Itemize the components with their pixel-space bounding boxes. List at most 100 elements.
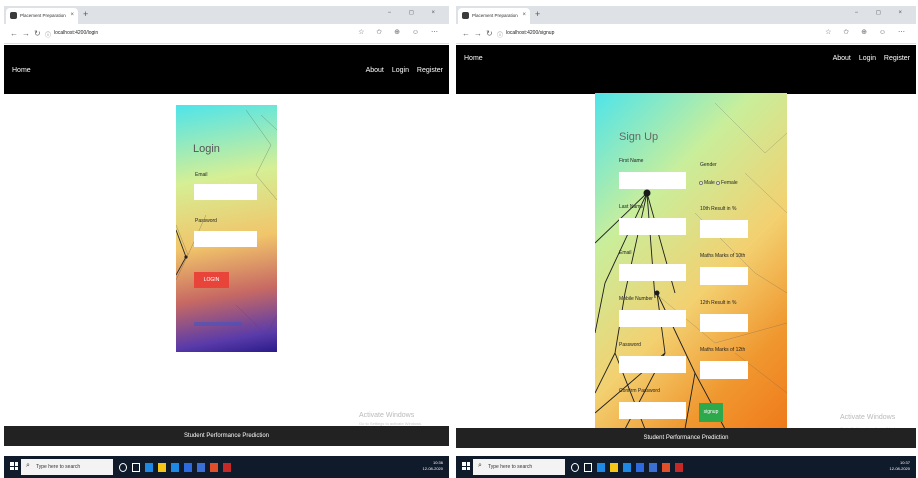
gender-male-radio[interactable]: Male (699, 180, 715, 186)
radio-icon (716, 180, 720, 185)
search-icon: ⌕ (26, 462, 30, 469)
refresh-icon[interactable]: ↻ (486, 29, 493, 38)
browser-tab[interactable]: Placement Preparation × (458, 8, 530, 24)
login-title: Login (193, 143, 220, 155)
windows-taskbar: ⌕ Type here to search 10:37 12-08-2020 (456, 456, 916, 478)
address-bar[interactable]: ← → ↻ ⓘ localhost:4200/login ☆ ✩ ⊕ ☺ ⋯ (4, 24, 449, 44)
login-button[interactable]: LOGIN (194, 272, 229, 288)
password-input[interactable] (619, 356, 686, 373)
nav-register-link[interactable]: Register (884, 55, 910, 62)
windows-start-icon[interactable] (10, 462, 18, 470)
app-icon[interactable] (223, 462, 231, 472)
edge-icon[interactable] (145, 462, 153, 472)
nav-about-link[interactable]: About (833, 55, 851, 62)
nav-register-link[interactable]: Register (417, 67, 443, 74)
cortana-icon[interactable] (571, 462, 579, 472)
mobile-number-label: Mobile Number (619, 296, 653, 302)
windows-taskbar: ⌕ Type here to search 10:36 12-08-2020 (4, 456, 449, 478)
office-icon[interactable] (662, 462, 670, 472)
back-icon[interactable]: ← (462, 29, 470, 38)
search-placeholder: Type here to search (36, 464, 81, 470)
signup-card: Sign Up First Name Last Name Email Mobil… (595, 93, 787, 429)
mail-icon[interactable] (184, 462, 192, 472)
twelfth-result-label: 12th Result in % (700, 300, 737, 306)
signup-link[interactable] (194, 322, 242, 326)
mail-icon[interactable] (636, 462, 644, 472)
activate-windows-title: Activate Windows (359, 412, 415, 419)
url-text[interactable]: localhost:4200/login (54, 30, 98, 36)
close-tab-icon[interactable]: × (70, 12, 74, 18)
maths-twelfth-input[interactable] (700, 361, 748, 379)
nav-home-link[interactable]: Home (464, 55, 483, 62)
maths-tenth-label: Maths Marks of 10th (700, 253, 746, 259)
male-label: Male (704, 180, 715, 186)
app-navbar: Home About Login Register (4, 45, 449, 94)
first-name-input[interactable] (619, 172, 686, 189)
shield-icon (462, 12, 469, 19)
email-label: Email (195, 172, 208, 178)
browser-tab[interactable]: Placement Preparation × (6, 8, 78, 24)
new-tab-button[interactable]: + (535, 8, 540, 20)
email-input[interactable] (619, 264, 686, 281)
confirm-password-input[interactable] (619, 402, 686, 419)
nav-home-link[interactable]: Home (12, 67, 31, 74)
address-bar[interactable]: ← → ↻ ⓘ localhost:4200/signup ☆ ✩ ⊕ ☺ ⋯ (456, 24, 916, 44)
browser-toolbar-icons[interactable]: ☆ ✩ ⊕ ☺ ⋯ (825, 28, 910, 36)
refresh-icon[interactable]: ↻ (34, 29, 41, 38)
close-tab-icon[interactable]: × (522, 12, 526, 18)
nav-about-link[interactable]: About (366, 67, 384, 74)
female-label: Female (721, 180, 738, 186)
password-input[interactable] (194, 231, 257, 247)
vscode-icon[interactable] (649, 462, 657, 472)
office-icon[interactable] (210, 462, 218, 472)
task-view-icon[interactable] (132, 462, 140, 472)
email-input[interactable] (194, 184, 257, 200)
last-name-input[interactable] (619, 218, 686, 235)
new-tab-button[interactable]: + (83, 8, 88, 20)
tray-date: 12-08-2020 (422, 466, 443, 471)
taskbar-search-input[interactable]: ⌕ Type here to search (473, 459, 565, 475)
tenth-result-input[interactable] (700, 220, 748, 238)
edge-icon[interactable] (597, 462, 605, 472)
windows-start-icon[interactable] (462, 462, 470, 470)
maths-tenth-input[interactable] (700, 267, 748, 285)
system-tray-clock[interactable]: 10:37 12-08-2020 (890, 460, 910, 472)
gender-female-radio[interactable]: Female (716, 180, 738, 186)
tenth-result-label: 10th Result in % (700, 206, 737, 212)
vscode-icon[interactable] (197, 462, 205, 472)
task-view-icon[interactable] (584, 462, 592, 472)
window-controls[interactable]: − ◻ × (855, 9, 910, 16)
forward-icon[interactable]: → (22, 29, 30, 38)
signup-button[interactable]: signup (699, 403, 723, 422)
window-controls[interactable]: − ◻ × (388, 9, 443, 16)
file-explorer-icon[interactable] (158, 462, 166, 472)
mobile-number-input[interactable] (619, 310, 686, 327)
search-placeholder: Type here to search (488, 464, 533, 470)
browser-toolbar-icons[interactable]: ☆ ✩ ⊕ ☺ ⋯ (358, 28, 443, 36)
cortana-icon[interactable] (119, 462, 127, 472)
info-icon: ⓘ (497, 33, 504, 39)
store-icon[interactable] (171, 462, 179, 472)
app-footer: Student Performance Prediction (456, 428, 916, 448)
browser-tab-bar: Placement Preparation × + − ◻ × (4, 6, 449, 24)
taskbar-pinned-apps (119, 460, 231, 474)
nav-login-link[interactable]: Login (859, 55, 876, 62)
store-icon[interactable] (623, 462, 631, 472)
forward-icon[interactable]: → (474, 29, 482, 38)
signup-screenshot: Placement Preparation × + − ◻ × ← → ↻ ⓘ … (456, 0, 916, 478)
nav-login-link[interactable]: Login (392, 67, 409, 74)
app-icon[interactable] (675, 462, 683, 472)
back-icon[interactable]: ← (10, 29, 18, 38)
url-text[interactable]: localhost:4200/signup (506, 30, 554, 36)
login-card: Login Email Password LOGIN (176, 105, 277, 352)
twelfth-result-input[interactable] (700, 314, 748, 332)
radio-icon (699, 180, 703, 185)
network-lines-decoration (176, 109, 277, 336)
taskbar-search-input[interactable]: ⌕ Type here to search (21, 459, 113, 475)
network-lines-decoration (595, 102, 787, 429)
gender-label: Gender (700, 162, 717, 168)
system-tray-clock[interactable]: 10:36 12-08-2020 (423, 460, 443, 472)
activate-windows-title: Activate Windows (840, 414, 896, 421)
signup-title: Sign Up (619, 131, 659, 143)
file-explorer-icon[interactable] (610, 462, 618, 472)
